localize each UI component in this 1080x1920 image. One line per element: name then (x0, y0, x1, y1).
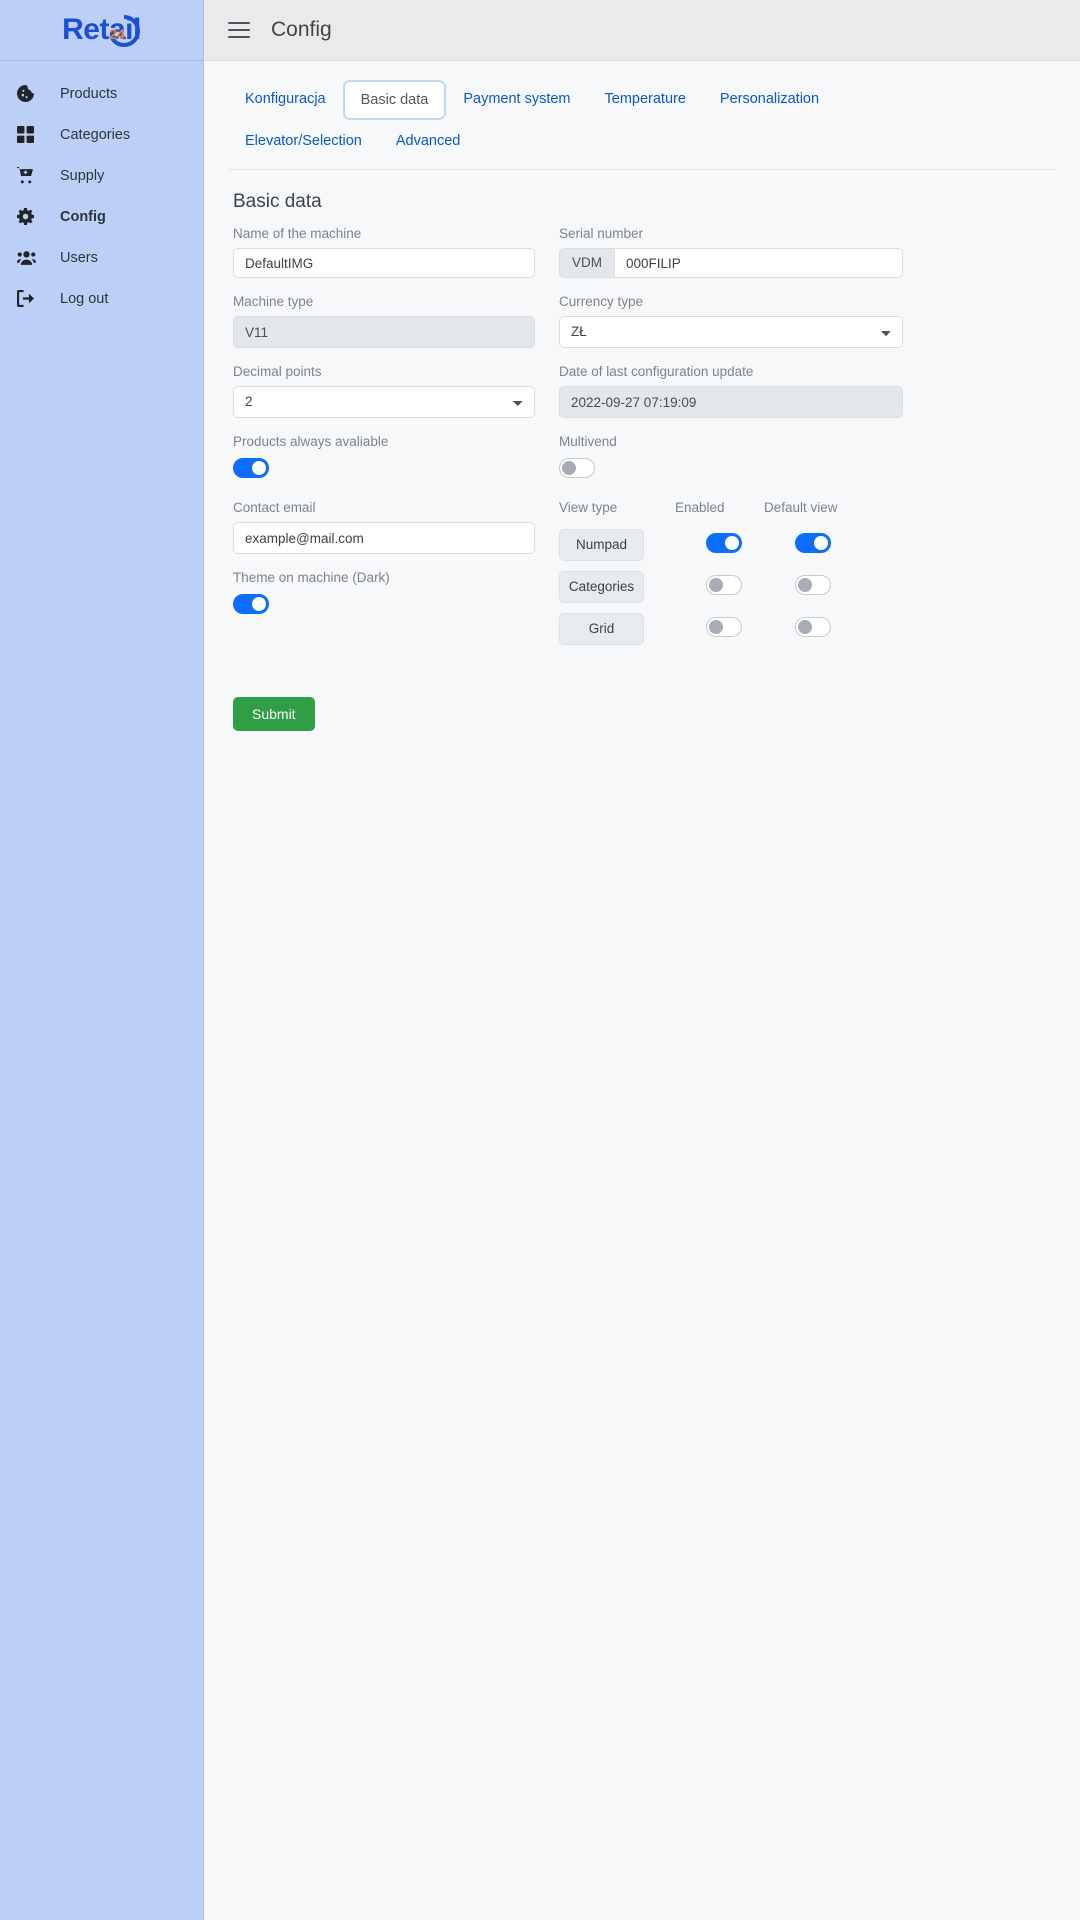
numpad-enabled-toggle[interactable] (706, 532, 742, 553)
sidebar-item-label: Supply (60, 167, 105, 184)
sidebar-nav: Products Categories Supply Config Users … (0, 61, 203, 319)
tab-basic-data[interactable]: Basic data (342, 80, 447, 120)
sidebar-item-label: Users (60, 249, 98, 266)
tab-temperature[interactable]: Temperature (588, 80, 703, 120)
currency-type-select[interactable]: ZŁ (559, 316, 903, 348)
view-type-chip: Grid (559, 613, 644, 645)
sidebar-item-categories[interactable]: Categories (0, 114, 203, 155)
numpad-default-view-toggle[interactable] (795, 532, 831, 553)
sign-out-icon (17, 290, 45, 307)
table-row: Grid (559, 613, 903, 645)
field-last-update: Date of last configuration update (559, 364, 903, 418)
last-update-label: Date of last configuration update (559, 364, 754, 379)
machine-name-input[interactable] (233, 248, 535, 278)
multivend-label: Multivend (559, 434, 617, 449)
gear-icon (17, 208, 45, 225)
decimal-points-label: Decimal points (233, 364, 322, 379)
tab-bar: Konfiguracja Basic data Payment system T… (228, 80, 1056, 160)
decimal-points-select[interactable]: 2 (233, 386, 535, 418)
sidebar-item-products[interactable]: Products (0, 73, 203, 114)
grid-default-view-toggle[interactable] (795, 616, 831, 637)
view-type-table: View type Enabled Default view Numpad Ca… (559, 500, 903, 645)
sidebar-item-label: Log out (60, 290, 109, 307)
products-always-available-label: Products always avaliable (233, 434, 389, 449)
field-multivend: Multivend (559, 434, 903, 483)
view-type-header: View type (559, 500, 618, 515)
page-title: Config (271, 18, 332, 41)
table-row: Numpad (559, 529, 903, 561)
serial-number-prefix: VDM (559, 248, 614, 278)
users-icon (17, 249, 45, 266)
view-type-chip: Categories (559, 571, 644, 603)
form-column-left: Name of the machine Machine type Decimal… (233, 226, 535, 655)
default-view-header: Default view (764, 500, 838, 515)
sidebar-item-label: Products (60, 85, 118, 102)
form-column-right: Serial number VDM Currency type ZŁ (559, 226, 903, 655)
tab-personalization[interactable]: Personalization (703, 80, 836, 120)
view-type-chip: Numpad (559, 529, 644, 561)
contact-email-input[interactable] (233, 522, 535, 554)
contact-email-label: Contact email (233, 500, 316, 515)
tab-advanced[interactable]: Advanced (379, 122, 478, 160)
form-grid: Name of the machine Machine type Decimal… (228, 226, 1056, 655)
sidebar-item-config[interactable]: Config (0, 196, 203, 237)
multivend-toggle[interactable] (559, 458, 595, 478)
products-always-available-toggle[interactable] (233, 458, 269, 478)
field-machine-name: Name of the machine (233, 226, 535, 278)
currency-type-label: Currency type (559, 294, 644, 309)
field-machine-type: Machine type (233, 294, 535, 348)
field-products-always-available: Products always avaliable (233, 434, 535, 483)
field-theme-on-machine: Theme on machine (Dark) (233, 570, 535, 619)
tab-elevator-selection[interactable]: Elevator/Selection (228, 122, 379, 160)
serial-number-label: Serial number (559, 226, 644, 241)
field-contact-email: Contact email (233, 500, 535, 554)
main-area: Config Konfiguracja Basic data Payment s… (204, 0, 1080, 1920)
submit-button[interactable]: Submit (233, 697, 315, 731)
topbar: Config (204, 0, 1080, 61)
cart-plus-icon (17, 167, 45, 184)
theme-on-machine-toggle[interactable] (233, 594, 269, 614)
grid-enabled-toggle[interactable] (706, 616, 742, 637)
tabs-divider (228, 169, 1056, 170)
content-panel: Konfiguracja Basic data Payment system T… (204, 61, 1080, 731)
field-currency-type: Currency type ZŁ (559, 294, 903, 348)
cookie-icon (17, 85, 45, 102)
sidebar: Retail 24 Products Categories Supply Con… (0, 0, 204, 1920)
categories-enabled-toggle[interactable] (706, 574, 742, 595)
tab-payment-system[interactable]: Payment system (446, 80, 587, 120)
machine-name-label: Name of the machine (233, 226, 362, 241)
field-decimal-points: Decimal points 2 (233, 364, 535, 418)
section-title: Basic data (233, 191, 322, 212)
machine-type-input (233, 316, 535, 348)
serial-number-group: VDM (559, 248, 903, 278)
app-root: Retail 24 Products Categories Supply Con… (0, 0, 1080, 1920)
view-type-header-row: View type Enabled Default view (559, 500, 903, 515)
serial-number-input[interactable] (614, 248, 903, 278)
sidebar-item-label: Config (60, 208, 106, 225)
last-update-input (559, 386, 903, 418)
sidebar-item-supply[interactable]: Supply (0, 155, 203, 196)
sidebar-item-label: Categories (60, 126, 131, 143)
table-row: Categories (559, 571, 903, 603)
theme-on-machine-label: Theme on machine (Dark) (233, 570, 390, 585)
sidebar-item-users[interactable]: Users (0, 237, 203, 278)
tab-konfiguracja[interactable]: Konfiguracja (228, 80, 343, 120)
categories-default-view-toggle[interactable] (795, 574, 831, 595)
brand-logo[interactable]: Retail 24 (0, 0, 203, 61)
hamburger-icon[interactable] (228, 22, 250, 38)
sidebar-item-logout[interactable]: Log out (0, 278, 203, 319)
enabled-header: Enabled (675, 500, 725, 515)
field-serial-number: Serial number VDM (559, 226, 903, 278)
grid-icon (17, 126, 45, 143)
machine-type-label: Machine type (233, 294, 314, 309)
brand-badge: 24 (109, 26, 125, 42)
